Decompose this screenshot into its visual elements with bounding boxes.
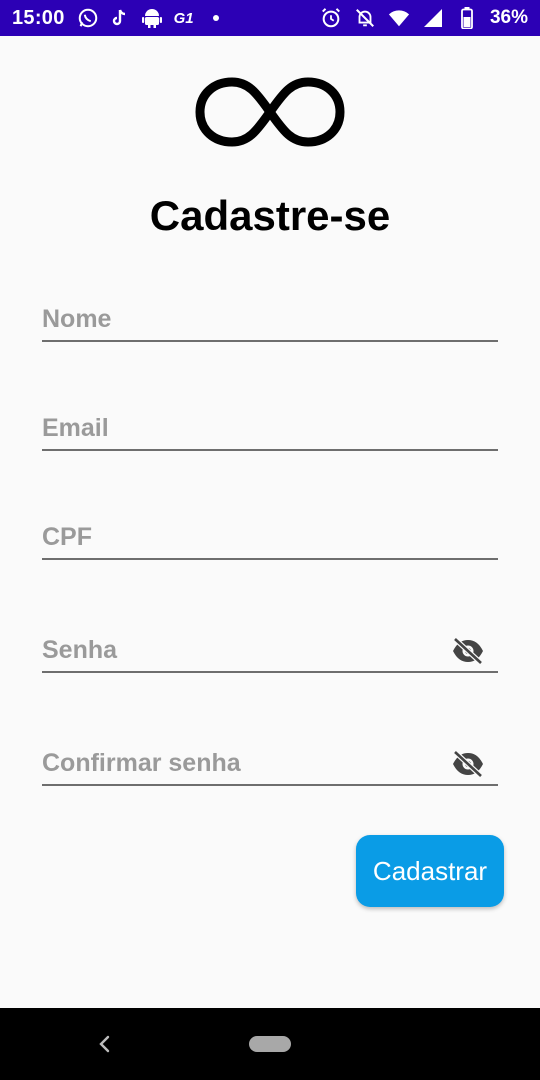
whatsapp-icon — [77, 7, 99, 29]
confirm-password-visibility-toggle[interactable] — [450, 750, 486, 778]
status-left-icons: G1 — [77, 7, 227, 29]
email-input[interactable] — [42, 414, 442, 443]
signal-icon — [422, 7, 444, 29]
password-field — [42, 625, 498, 673]
confirm-password-field — [42, 738, 498, 786]
tiktok-icon — [109, 7, 131, 29]
home-pill-icon[interactable] — [249, 1036, 291, 1052]
eye-off-icon — [453, 637, 483, 665]
register-button[interactable]: Cadastrar — [356, 835, 504, 907]
battery-percentage: 36% — [489, 7, 528, 28]
dot-icon — [205, 7, 227, 29]
confirm-password-input[interactable] — [42, 749, 442, 778]
g1-icon: G1 — [173, 9, 194, 27]
android-icon — [141, 7, 163, 29]
password-input[interactable] — [42, 636, 442, 665]
cpf-input[interactable] — [42, 523, 442, 552]
back-icon[interactable] — [94, 1032, 114, 1056]
status-right-icons: 36% — [320, 7, 528, 29]
notifications-off-icon — [354, 7, 376, 29]
email-field — [42, 403, 498, 451]
infinity-logo-icon — [195, 77, 345, 147]
page-title: Cadastre-se — [149, 192, 391, 239]
navigation-bar — [0, 1008, 540, 1080]
signup-screen: Cadastre-se Nome Email CPF Cadastrar — [0, 36, 540, 1008]
status-bar: 15:00 G1 36% — [0, 0, 540, 36]
status-time: 15:00 — [12, 6, 65, 29]
name-input[interactable] — [42, 305, 442, 334]
name-field — [42, 294, 498, 342]
cpf-field — [42, 512, 498, 560]
wifi-icon — [388, 7, 410, 29]
eye-off-icon — [453, 750, 483, 778]
password-visibility-toggle[interactable] — [450, 637, 486, 665]
alarm-icon — [320, 7, 342, 29]
battery-icon — [456, 7, 478, 29]
